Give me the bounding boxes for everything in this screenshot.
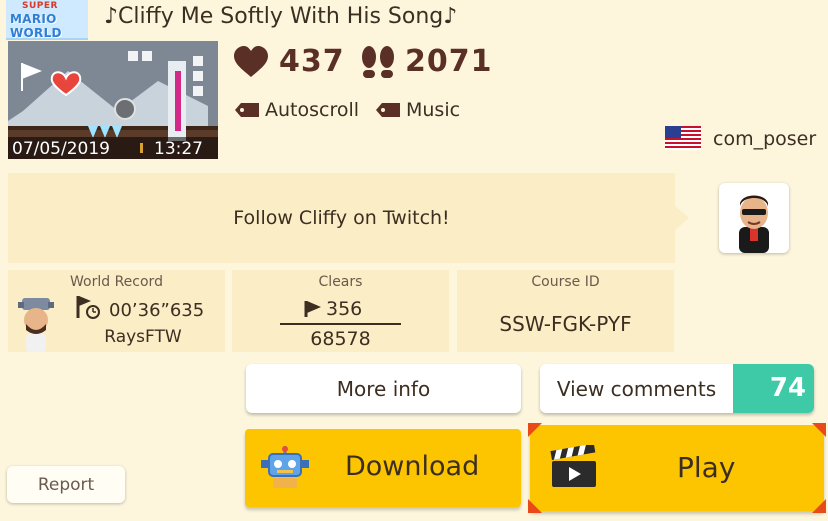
- world-record-holder[interactable]: RaysFTW: [68, 327, 218, 347]
- plays-count: 2071: [405, 44, 493, 79]
- tag-label: Autoscroll: [265, 99, 360, 121]
- footprints-icon: [362, 46, 394, 78]
- selection-corner: [812, 499, 826, 513]
- view-comments-label: View comments: [556, 377, 717, 401]
- clapperboard-icon: [550, 445, 596, 487]
- course-thumbnail[interactable]: 07/05/2019 13:27: [8, 41, 218, 159]
- clears-count: 356: [326, 298, 363, 320]
- tag-music: Music: [376, 98, 460, 122]
- world-record-panel[interactable]: World Record 00’36”635 RaysFTW: [8, 270, 225, 352]
- report-label: Report: [37, 475, 95, 495]
- download-label: Download: [345, 451, 480, 482]
- clears-label: Clears: [318, 274, 363, 290]
- attempts-count: 68578: [310, 328, 371, 350]
- world-record-label: World Record: [70, 274, 163, 290]
- tag-icon: [235, 103, 259, 117]
- upload-date: 07/05/2019: [12, 139, 110, 159]
- mii-avatar-icon: [739, 195, 769, 253]
- selection-corner: [528, 499, 542, 513]
- creator-avatar[interactable]: [719, 183, 789, 253]
- play-button[interactable]: Play: [528, 423, 826, 513]
- tag-autoscroll: Autoscroll: [235, 98, 359, 122]
- thumbnail-date-bar: 07/05/2019 13:27: [8, 137, 218, 159]
- upload-time: 13:27: [154, 139, 203, 159]
- view-comments-button[interactable]: View comments 74: [540, 364, 814, 413]
- tag-icon: [376, 103, 400, 117]
- course-id-value: SSW-FGK-PYF: [499, 312, 632, 336]
- likes-count: 437: [279, 44, 345, 79]
- selection-corner: [812, 423, 826, 437]
- goal-flag-icon: [304, 301, 321, 317]
- game-style-logo: SUPER MARIO WORLD: [6, 0, 88, 40]
- report-button[interactable]: Report: [7, 466, 125, 503]
- fraction-divider: [280, 323, 401, 325]
- creator-comment-bubble: Follow Cliffy on Twitch!: [8, 173, 689, 263]
- flag-clock-icon: [76, 296, 100, 319]
- download-button[interactable]: Download: [245, 429, 521, 507]
- more-info-label: More info: [336, 377, 431, 401]
- creator-comment-text: Follow Cliffy on Twitch!: [233, 207, 450, 229]
- world-record-time: 00’36”635: [109, 300, 205, 321]
- play-label: Play: [677, 451, 736, 484]
- selection-corner: [528, 423, 542, 437]
- date-separator: [140, 143, 143, 153]
- course-id-panel: Course ID SSW-FGK-PYF: [457, 270, 674, 352]
- heart-icon: [234, 46, 268, 77]
- comment-count-badge: 74: [733, 364, 814, 413]
- tag-label: Music: [406, 99, 461, 121]
- game-logo-bottom: MARIO WORLD: [10, 12, 62, 40]
- record-holder-avatar: [18, 298, 54, 352]
- course-title: ♪Cliffy Me Softly With His Song♪: [104, 4, 458, 29]
- course-id-label: Course ID: [531, 274, 600, 290]
- creator-name[interactable]: com_poser: [713, 128, 816, 150]
- us-flag-icon: [665, 126, 701, 150]
- game-logo-top: SUPER: [22, 1, 58, 11]
- more-info-button[interactable]: More info: [246, 364, 521, 413]
- clears-panel: Clears 356 68578: [232, 270, 449, 352]
- robot-icon: [261, 446, 309, 488]
